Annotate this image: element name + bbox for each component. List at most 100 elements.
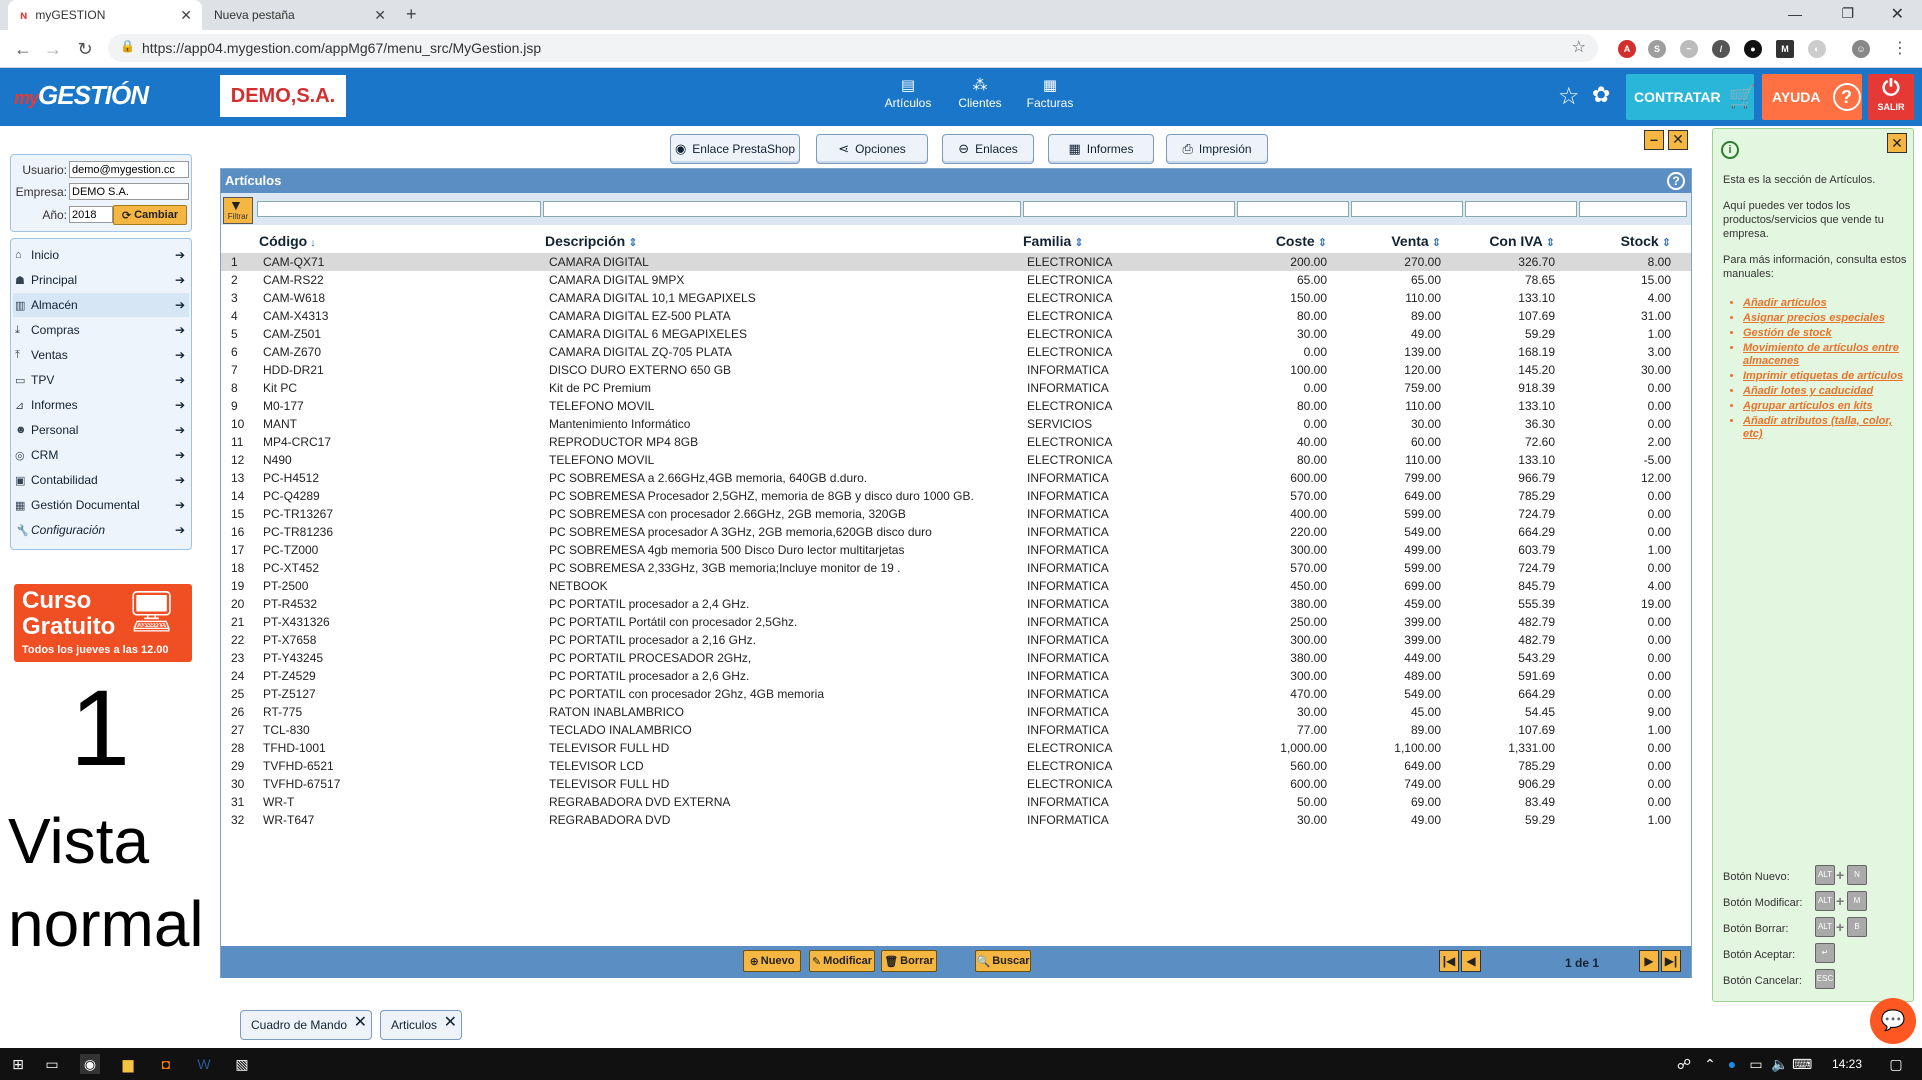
menu-item-informes[interactable]: ⊿ Informes ➔ bbox=[13, 393, 189, 417]
menu-item-principal[interactable]: ☗ Principal ➔ bbox=[13, 268, 189, 292]
close-tab-icon[interactable]: ✕ bbox=[374, 7, 386, 24]
table-row[interactable]: 24 PT-Z4529 PC PORTATIL procesador a 2,6 G… bbox=[221, 667, 1691, 685]
enlaces-button[interactable]: ⊖ Enlaces bbox=[942, 134, 1034, 164]
close-tab-icon[interactable]: ✕ bbox=[180, 7, 192, 24]
help-link[interactable]: Gestión de stock bbox=[1743, 327, 1907, 340]
menu-item-contabilidad[interactable]: ▣ Contabilidad ➔ bbox=[13, 468, 189, 492]
filter-input-familia[interactable] bbox=[1023, 201, 1235, 217]
nav-facturas[interactable]: ▦ Facturas bbox=[1018, 76, 1082, 110]
help-link[interactable]: Añadir artículos bbox=[1743, 297, 1907, 310]
adblock-icon[interactable]: A bbox=[1618, 40, 1636, 58]
table-row[interactable]: 1 CAM-QX71 CAMARA DIGITAL ELECTRONICA 200.00… bbox=[221, 253, 1691, 271]
close-help-button[interactable]: ✕ bbox=[1887, 133, 1907, 153]
table-row[interactable]: 23 PT-Y43245 PC PORTATIL PROCESADOR 2GHz, I… bbox=[221, 649, 1691, 667]
browser-menu-icon[interactable]: ⋮ bbox=[1892, 38, 1908, 58]
table-row[interactable]: 26 RT-775 RATON INABLAMBRICO INFORMATICA 30.… bbox=[221, 703, 1691, 721]
help-link[interactable]: Añadir lotes y caducidad bbox=[1743, 385, 1907, 398]
extension-icon[interactable]: ◐ bbox=[1808, 40, 1826, 58]
table-row[interactable]: 15 PC-TR13267 PC SOBREMESA con procesador … bbox=[221, 505, 1691, 523]
table-row[interactable]: 5 CAM-Z501 CAMARA DIGITAL 6 MEGAPIXELES ELE… bbox=[221, 325, 1691, 343]
people-icon[interactable]: ☍ bbox=[1674, 1054, 1694, 1074]
browser-tab-mygestion[interactable]: ɴ myGESTION ✕ bbox=[8, 0, 202, 30]
filter-input-venta[interactable] bbox=[1351, 201, 1463, 217]
minimize-panel-button[interactable]: – bbox=[1644, 130, 1664, 150]
word-icon[interactable]: W bbox=[194, 1054, 214, 1074]
enlace-prestashop-button[interactable]: ◉ Enlace PrestaShop bbox=[670, 134, 800, 164]
table-row[interactable]: 2 CAM-RS22 CAMARA DIGITAL 9MPX ELECTRONICA 6… bbox=[221, 271, 1691, 289]
filter-input-descripcion[interactable] bbox=[543, 201, 1021, 217]
menu-item-crm[interactable]: ◎ CRM ➔ bbox=[13, 443, 189, 467]
close-panel-button[interactable]: ✕ bbox=[1668, 130, 1688, 150]
table-row[interactable]: 20 PT-R4532 PC PORTATIL procesador a 2,4 G… bbox=[221, 595, 1691, 613]
support-icon[interactable]: ✿ bbox=[1592, 82, 1610, 108]
column-header-codigo[interactable]: Código ↓ bbox=[259, 233, 316, 249]
task-view-icon[interactable]: ▭ bbox=[42, 1054, 62, 1074]
column-header-descripcion[interactable]: Descripción ⇕ bbox=[545, 233, 637, 249]
volume-icon[interactable]: 🔈 bbox=[1770, 1054, 1790, 1074]
skype-icon[interactable]: ● bbox=[1722, 1054, 1742, 1074]
keyboard-icon[interactable]: ⌨ bbox=[1792, 1054, 1812, 1074]
notifications-icon[interactable]: ▢ bbox=[1886, 1054, 1906, 1074]
nav-articulos[interactable]: ▤ Artículos bbox=[876, 76, 940, 110]
office-icon[interactable]: ◘ bbox=[156, 1054, 176, 1074]
last-page-icon[interactable]: ▶| bbox=[1661, 950, 1681, 972]
column-header-stock[interactable]: Stock ⇕ bbox=[1621, 233, 1671, 249]
table-row[interactable]: 19 PT-2500 NETBOOK INFORMATICA 450.00 699.00 8… bbox=[221, 577, 1691, 595]
help-icon[interactable]: ? bbox=[1667, 172, 1685, 190]
filter-input-codigo[interactable] bbox=[257, 201, 541, 217]
nuevo-button[interactable]: ⊕ Nuevo bbox=[743, 950, 801, 972]
menu-item-almacen[interactable]: ▥ Almacén ➔ bbox=[13, 293, 189, 317]
cambiar-button[interactable]: ⟳ Cambiar bbox=[113, 205, 187, 225]
help-link[interactable]: Movimiento de artículos entre almacenes bbox=[1743, 342, 1907, 368]
curso-gratuito-banner[interactable]: Curso Gratuito Todos los jueves a las 12… bbox=[14, 584, 192, 662]
favorites-star-icon[interactable]: ☆ bbox=[1558, 82, 1580, 111]
photos-icon[interactable]: ▧ bbox=[232, 1054, 252, 1074]
column-header-coste[interactable]: Coste ⇕ bbox=[1276, 233, 1327, 249]
help-link[interactable]: Añadir atributos (talla, color, etc) bbox=[1743, 415, 1907, 441]
menu-item-personal[interactable]: ☻ Personal ➔ bbox=[13, 418, 189, 442]
table-row[interactable]: 21 PT-X431326 PC PORTATIL Portátil con pro… bbox=[221, 613, 1691, 631]
filter-input-stock[interactable] bbox=[1579, 201, 1687, 217]
menu-item-inicio[interactable]: ⌂ Inicio ➔ bbox=[13, 243, 189, 267]
filter-input-con-iva[interactable] bbox=[1465, 201, 1577, 217]
empresa-field[interactable] bbox=[69, 183, 189, 200]
table-row[interactable]: 6 CAM-Z670 CAMARA DIGITAL ZQ-705 PLATA ELEC… bbox=[221, 343, 1691, 361]
table-row[interactable]: 18 PC-XT452 PC SOBREMESA 2,33GHz, 3GB memo… bbox=[221, 559, 1691, 577]
opciones-button[interactable]: ⋖ Opciones bbox=[816, 134, 928, 164]
table-row[interactable]: 7 HDD-DR21 DISCO DURO EXTERNO 650 GB INFORM… bbox=[221, 361, 1691, 379]
table-row[interactable]: 3 CAM-W618 CAMARA DIGITAL 10,1 MEGAPIXELS E… bbox=[221, 289, 1691, 307]
menu-item-gestion-documental[interactable]: ▦ Gestión Documental ➔ bbox=[13, 493, 189, 517]
next-page-icon[interactable]: ▶ bbox=[1639, 950, 1659, 972]
url-field[interactable]: 🔒 https://app04.mygestion.com/appMg67/me… bbox=[108, 34, 1598, 62]
close-icon[interactable]: ✕ bbox=[444, 1012, 457, 1032]
tab-articulos[interactable]: Articulos ✕ bbox=[380, 1010, 462, 1040]
network-icon[interactable]: ▭ bbox=[1746, 1054, 1766, 1074]
minimize-window-icon[interactable]: — bbox=[1788, 6, 1802, 22]
column-header-con-iva[interactable]: Con IVA ⇕ bbox=[1489, 233, 1555, 249]
tab-cuadro-de-mando[interactable]: Cuadro de Mando ✕ bbox=[240, 1010, 372, 1040]
table-row[interactable]: 12 N490 TELEFONO MOVIL ELECTRONICA 80.00 110.… bbox=[221, 451, 1691, 469]
table-row[interactable]: 17 PC-TZ000 PC SOBREMESA 4gb memoria 500 D… bbox=[221, 541, 1691, 559]
modificar-button[interactable]: ✎ Modificar bbox=[809, 950, 875, 972]
prev-page-icon[interactable]: ◀ bbox=[1461, 950, 1481, 972]
table-row[interactable]: 32 WR-T647 REGRABADORA DVD INFORMATICA 30.00… bbox=[221, 811, 1691, 829]
table-row[interactable]: 9 M0-177 TELEFONO MOVIL ELECTRONICA 80.00 110… bbox=[221, 397, 1691, 415]
extension-icon[interactable]: ● bbox=[1744, 40, 1762, 58]
new-tab-button[interactable]: + bbox=[406, 4, 417, 25]
help-link[interactable]: Asignar precios especiales bbox=[1743, 312, 1907, 325]
impresion-button[interactable]: ⎙ Impresión bbox=[1166, 134, 1268, 164]
back-icon[interactable]: ← bbox=[12, 38, 34, 60]
nav-clientes[interactable]: ⁂ Clientes bbox=[948, 76, 1012, 110]
salir-button[interactable]: ⏻ SALIR bbox=[1868, 74, 1914, 120]
table-row[interactable]: 30 TVFHD-67517 TELEVISOR FULL HD ELECTRONIC… bbox=[221, 775, 1691, 793]
menu-item-compras[interactable]: ⤓ Compras ➔ bbox=[13, 318, 189, 342]
table-row[interactable]: 28 TFHD-1001 TELEVISOR FULL HD ELECTRONICA 1… bbox=[221, 739, 1691, 757]
table-row[interactable]: 4 CAM-X4313 CAMARA DIGITAL EZ-500 PLATA ELE… bbox=[221, 307, 1691, 325]
informes-button[interactable]: ▦ Informes bbox=[1048, 134, 1154, 164]
browser-tab-new[interactable]: Nueva pestaña ✕ bbox=[202, 0, 396, 30]
table-row[interactable]: 13 PC-H4512 PC SOBREMESA a 2.66GHz,4GB mem… bbox=[221, 469, 1691, 487]
menu-item-tpv[interactable]: ▭ TPV ➔ bbox=[13, 368, 189, 392]
extension-icon[interactable]: / bbox=[1712, 40, 1730, 58]
ayuda-button[interactable]: AYUDA? bbox=[1762, 74, 1862, 120]
extension-icon[interactable]: ~ bbox=[1680, 40, 1698, 58]
